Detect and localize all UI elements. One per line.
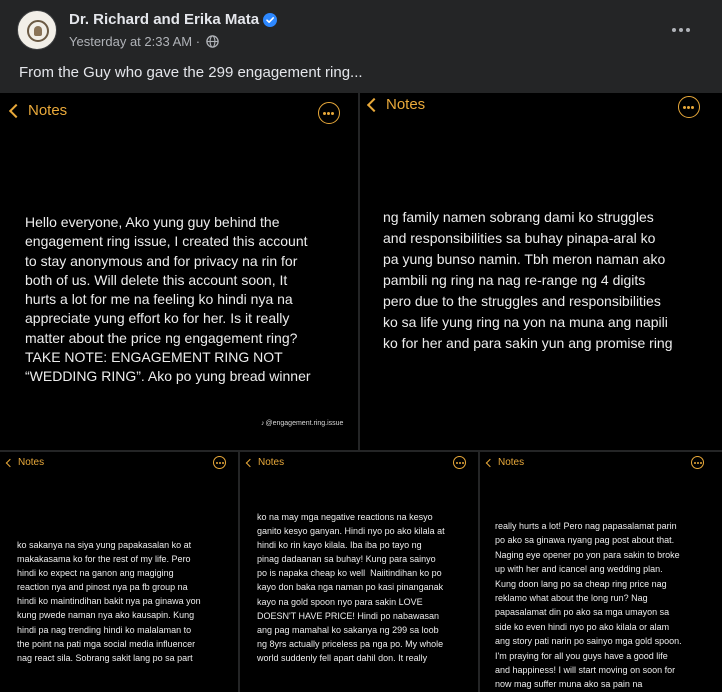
author-avatar[interactable] (17, 10, 57, 50)
post-header: Dr. Richard and Erika Mata Yesterday at … (0, 0, 722, 60)
ellipsis-circle-icon (318, 102, 340, 124)
ellipsis-circle-icon (213, 456, 226, 469)
verified-badge-icon (263, 13, 277, 27)
ellipsis-circle-icon (453, 456, 466, 469)
notes-back-label: Notes (28, 102, 68, 119)
note-text: really hurts a lot! Pero nag papasalamat… (495, 521, 682, 690)
more-options-icon[interactable] (664, 18, 698, 42)
notes-back-button: Notes (5, 457, 45, 468)
photo-notes-3[interactable]: Notes ko sakanya na siya yung papakasala… (0, 452, 238, 692)
meta-separator: · (195, 34, 201, 49)
ellipsis-circle-icon (691, 456, 704, 469)
post-caption: From the Guy who gave the 299 engagement… (19, 64, 363, 81)
chevron-left-icon (8, 103, 24, 118)
avatar-logo (27, 20, 49, 42)
notes-back-label: Notes (258, 457, 285, 468)
photo-notes-2[interactable]: Notes ng family namen sobrang dami ko st… (360, 93, 722, 450)
notes-back-label: Notes (498, 457, 525, 468)
author-name[interactable]: Dr. Richard and Erika Mata (69, 11, 259, 28)
ellipsis-circle-icon (678, 96, 700, 118)
note-text: Hello everyone, Ako yung guy behind the … (25, 214, 311, 385)
notes-back-label: Notes (18, 457, 45, 468)
chevron-left-icon (366, 97, 382, 112)
note-text: ko na may mga negative reactions na kesy… (257, 512, 445, 663)
tiktok-icon: ♪ (261, 420, 265, 427)
chevron-left-icon (245, 458, 255, 467)
chevron-left-icon (485, 458, 495, 467)
photo-notes-1[interactable]: Notes Hello everyone, Ako yung guy behin… (0, 93, 358, 450)
watermark: ♪@engagement.ring.issue (261, 420, 343, 427)
post-timestamp[interactable]: Yesterday at 2:33 AM (69, 34, 192, 49)
notes-back-button: Notes (485, 457, 525, 468)
watermark-handle: @engagement.ring.issue (265, 420, 344, 427)
photo-notes-5[interactable]: Notes really hurts a lot! Pero nag papas… (480, 452, 722, 692)
note-text: ko sakanya na siya yung papakasalan ko a… (17, 540, 201, 663)
post-meta: Yesterday at 2:33 AM · (69, 34, 200, 49)
note-text: ng family namen sobrang dami ko struggle… (383, 209, 673, 351)
photo-notes-4[interactable]: Notes ko na may mga negative reactions n… (240, 452, 478, 692)
globe-icon[interactable] (206, 35, 219, 48)
notes-back-button: Notes (366, 96, 426, 113)
notes-back-button: Notes (8, 102, 68, 119)
notes-back-label: Notes (386, 96, 426, 113)
photo-grid: Notes Hello everyone, Ako yung guy behin… (0, 93, 722, 692)
notes-back-button: Notes (245, 457, 285, 468)
chevron-left-icon (5, 458, 15, 467)
